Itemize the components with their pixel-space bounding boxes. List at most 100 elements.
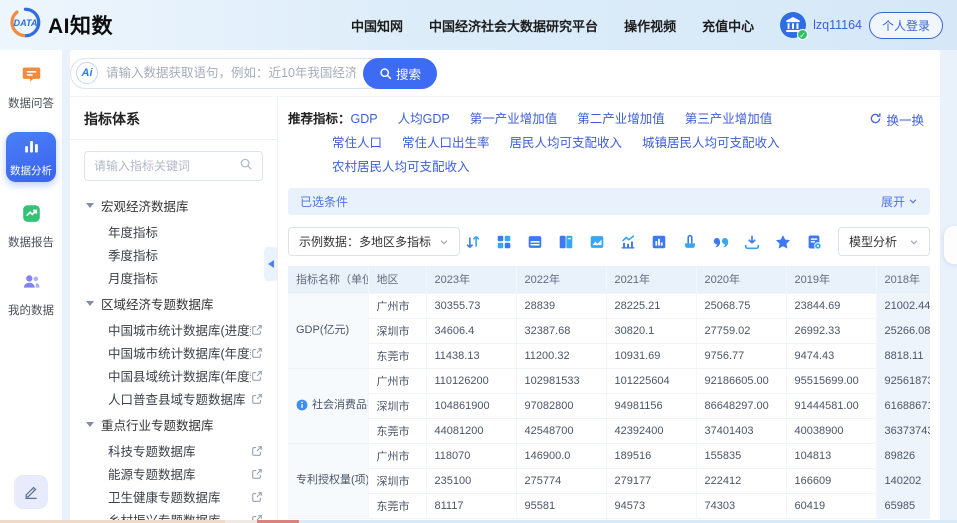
tree-item[interactable]: 科技专题数据库 (70, 439, 277, 462)
region-cell: 广州市 (368, 293, 426, 318)
external-link-icon[interactable] (251, 491, 263, 503)
rail-item-my-data[interactable]: 我的数据 (8, 271, 54, 318)
dataset-select[interactable]: 示例数据：多地区多指标 (288, 227, 460, 256)
region-cell: 深圳市 (368, 318, 426, 343)
recommend-indicator-link[interactable]: 人均GDP (398, 107, 450, 131)
book-icon[interactable] (556, 232, 576, 252)
recommend-indicator-link[interactable]: GDP (351, 107, 378, 131)
external-link-icon[interactable] (251, 324, 263, 336)
value-cell: 44081200 (426, 418, 516, 443)
toolbar-icons (463, 232, 824, 252)
model-analysis-select[interactable]: 模型分析 (838, 227, 930, 256)
rail-gap (62, 50, 70, 523)
recommend-indicator-link[interactable]: 常住人口 (332, 131, 382, 155)
quote-icon[interactable] (711, 232, 731, 252)
doc-settings-icon[interactable] (804, 232, 824, 252)
tree-group[interactable]: 宏观经济数据库 (70, 191, 277, 220)
value-cell: 25266.08 (876, 318, 930, 343)
tree-item[interactable]: 月度指标 (70, 266, 277, 289)
value-cell: 94981156 (606, 393, 696, 418)
ai-query-input[interactable] (98, 66, 364, 80)
floating-handle[interactable] (944, 226, 957, 264)
data-table-wrap: 指标名称（单位）地区2023年2022年2021年2020年2019年2018年… (288, 266, 930, 519)
indicator-panel: 指标体系 宏观经济数据库年度指标季度指标月度指标区域经济专题数据库中国城市统计数… (70, 96, 278, 523)
rail-item-data-qa[interactable]: 数据问答 (8, 64, 54, 111)
nav-bigdata-platform[interactable]: 中国经济社会大数据研究平台 (429, 16, 598, 35)
tree-item[interactable]: 中国县域统计数据库(年度数据版) (70, 364, 277, 387)
value-cell: 104813 (786, 443, 876, 468)
external-link-icon[interactable] (251, 393, 263, 405)
value-cell: 30820.1 (606, 318, 696, 343)
expand-toggle[interactable]: 展开 (881, 193, 918, 210)
value-cell: 42548700 (516, 418, 606, 443)
panel-collapse-handle[interactable] (264, 247, 278, 281)
recommend-indicator-link[interactable]: 第二产业增加值 (577, 107, 665, 131)
username[interactable]: lzq11164 (813, 18, 862, 32)
value-cell: 279177 (606, 468, 696, 493)
chart-box-icon[interactable] (649, 232, 669, 252)
table-header-cell: 2023年 (426, 266, 516, 293)
shuffle-button[interactable]: 换一换 (865, 107, 928, 135)
data-analysis-icon (22, 137, 41, 161)
external-link-icon[interactable] (251, 347, 263, 359)
value-cell: 275774 (516, 468, 606, 493)
value-cell: 65985 (876, 493, 930, 518)
value-cell: 28839 (516, 293, 606, 318)
recommend-indicator-link[interactable]: 农村居民人均可支配收入 (332, 155, 470, 179)
star-icon[interactable] (773, 232, 793, 252)
value-cell: 40038900 (786, 418, 876, 443)
recommend-indicator-link[interactable]: 居民人均可支配收入 (510, 131, 623, 155)
recommend-indicator-link[interactable]: 第三产业增加值 (685, 107, 773, 131)
tree-group[interactable]: 重点行业专题数据库 (70, 410, 277, 439)
selected-conditions-bar: 已选条件 展开 (288, 188, 930, 215)
download-icon[interactable] (742, 232, 762, 252)
external-link-icon[interactable] (251, 445, 263, 457)
rail-item-data-analysis[interactable]: 数据分析 (6, 132, 56, 182)
tree-item[interactable]: 中国城市统计数据库(进度数据版) (70, 318, 277, 341)
tree-item[interactable]: 中国城市统计数据库(年度数据版) (70, 341, 277, 364)
nav-recharge-center[interactable]: 充值中心 (702, 16, 754, 35)
tree-item[interactable]: 卫生健康专题数据库 (70, 485, 277, 508)
value-cell: 104861900 (426, 393, 516, 418)
value-cell: 9756.77 (696, 343, 786, 368)
value-cell: 101225604 (606, 368, 696, 393)
main-area: 推荐指标：GDP人均GDP第一产业增加值第二产业增加值第三产业增加值常住人口常住… (278, 96, 940, 523)
value-cell: 36373743 (876, 418, 930, 443)
value-cell: 118070 (426, 443, 516, 468)
tree-group[interactable]: 区域经济专题数据库 (70, 289, 277, 318)
personal-login-button[interactable]: 个人登录 (869, 12, 943, 39)
brush-icon[interactable] (680, 232, 700, 252)
table-header-cell: 指标名称（单位） (288, 266, 368, 293)
recommend-indicator-link[interactable]: 城镇居民人均可支配收入 (642, 131, 780, 155)
tree-item[interactable]: 人口普查县域专题数据库 (70, 387, 277, 410)
region-cell: 东莞市 (368, 493, 426, 518)
chevron-down-icon (908, 195, 918, 209)
indicator-cell: GDP(亿元) (288, 293, 368, 368)
value-cell: 11200.32 (516, 343, 606, 368)
edit-pen-button[interactable] (14, 475, 48, 509)
grid-icon[interactable] (494, 232, 514, 252)
chart-image-icon[interactable] (587, 232, 607, 252)
value-cell: 86648297.00 (696, 393, 786, 418)
tree-item[interactable]: 年度指标 (70, 220, 277, 243)
sort-icon[interactable] (463, 232, 483, 252)
rail-item-data-report[interactable]: 数据报告 (8, 203, 54, 250)
indicator-search-input[interactable] (94, 159, 239, 173)
nav-tutorial-video[interactable]: 操作视频 (624, 16, 676, 35)
indicator-cell: 专利授权量(项) (288, 443, 368, 518)
trend-chart-icon[interactable] (618, 232, 638, 252)
value-cell: 235100 (426, 468, 516, 493)
table-icon[interactable] (525, 232, 545, 252)
tree-item[interactable]: 能源专题数据库 (70, 462, 277, 485)
value-cell: 95581 (516, 493, 606, 518)
recommend-indicator-link[interactable]: 第一产业增加值 (470, 107, 558, 131)
external-link-icon[interactable] (251, 370, 263, 382)
recommend-indicator-link[interactable]: 常住人口出生率 (402, 131, 490, 155)
nav-cnki[interactable]: 中国知网 (351, 16, 403, 35)
search-button[interactable]: 搜索 (363, 58, 437, 89)
value-cell: 95515699.00 (786, 368, 876, 393)
external-link-icon[interactable] (251, 468, 263, 480)
tree-item[interactable]: 季度指标 (70, 243, 277, 266)
table-header-cell: 2020年 (696, 266, 786, 293)
institution-icon[interactable]: ✓ (780, 12, 806, 38)
